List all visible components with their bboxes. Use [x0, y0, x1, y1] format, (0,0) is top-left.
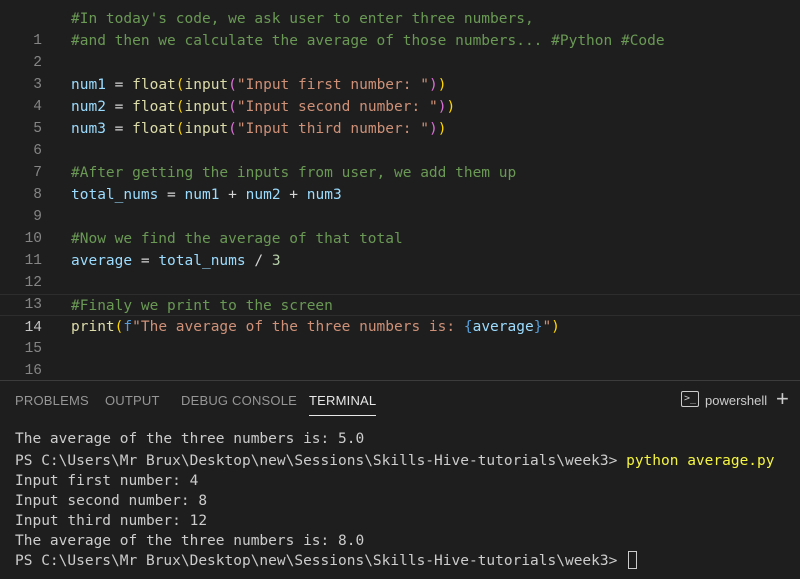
variable: total_nums [71, 187, 159, 203]
variable: num3 [306, 187, 342, 203]
code-line-3[interactable]: 3 [0, 52, 800, 93]
string-literal: " [542, 319, 552, 335]
operator: = [105, 99, 133, 115]
function-name: input [184, 77, 229, 93]
paren: ( [175, 99, 185, 115]
code-line-5[interactable]: 5 num2 = float(input("Input second numbe… [0, 96, 800, 137]
variable: average [71, 253, 133, 269]
tab-problems[interactable]: PROBLEMS [15, 393, 89, 408]
code-line-16[interactable]: 16 [0, 338, 800, 379]
paren: ) [428, 121, 438, 137]
tab-debug-console[interactable]: DEBUG CONSOLE [181, 393, 297, 408]
code-line-6[interactable]: 6 num3 = float(input("Input third number… [0, 118, 800, 159]
function-name: print [71, 319, 115, 335]
comment: #After getting the inputs from user, we … [71, 165, 517, 181]
operator: + [219, 187, 246, 203]
plus-icon[interactable]: + [776, 387, 789, 411]
paren: ( [175, 121, 185, 137]
bottom-panel: PROBLEMS OUTPUT DEBUG CONSOLE TERMINAL >… [0, 380, 800, 579]
terminal-line[interactable]: PS C:\Users\Mr Brux\Desktop\new\Sessions… [15, 551, 638, 571]
code-line-12[interactable]: 12 average = total_nums / 3 [0, 250, 800, 291]
paren: ) [437, 77, 447, 93]
comment: #and then we calculate the average of th… [71, 33, 665, 49]
terminal-prompt: PS C:\Users\Mr Brux\Desktop\new\Sessions… [15, 553, 627, 569]
code-editor[interactable]: 1 #In today's code, we ask user to enter… [0, 0, 800, 380]
string-literal: "Input second number: " [236, 99, 438, 115]
variable: num3 [71, 121, 106, 137]
paren: ) [551, 319, 560, 335]
tab-output[interactable]: OUTPUT [105, 393, 160, 408]
function-name: input [184, 99, 229, 115]
operator: = [132, 253, 159, 269]
code-line-8[interactable]: 8 #After getting the inputs from user, w… [0, 162, 800, 203]
paren: ) [428, 77, 438, 93]
string-literal: "The average of the three numbers is: [132, 319, 464, 335]
paren: ) [437, 121, 447, 137]
code-line-11[interactable]: 11 #Now we find the average of that tota… [0, 228, 800, 269]
function-name: float [132, 121, 176, 137]
code-line-14-current[interactable]: 14 #Finaly we print to the screen [0, 294, 800, 336]
code-line-10[interactable]: 10 [0, 206, 800, 247]
operator: + [280, 187, 307, 203]
shell-selector[interactable]: powershell [705, 393, 767, 408]
terminal-line: The average of the three numbers is: 8.0 [15, 533, 365, 549]
string-literal: "Input first number: " [236, 77, 429, 93]
paren: ( [175, 77, 185, 93]
tab-terminal[interactable]: TERMINAL [309, 393, 377, 416]
terminal-line: Input second number: 8 [15, 493, 208, 509]
operator: / [245, 253, 272, 269]
operator: = [158, 187, 185, 203]
terminal-line: Input first number: 4 [15, 473, 199, 489]
operator: = [105, 121, 133, 137]
variable: average [472, 319, 534, 335]
terminal-line: Input third number: 12 [15, 513, 208, 529]
terminal-prompt: PS C:\Users\Mr Brux\Desktop\new\Sessions… [15, 453, 627, 469]
comment: #Now we find the average of that total [71, 231, 403, 247]
code-line-2[interactable]: 2 #and then we calculate the average of … [0, 30, 800, 71]
code-line-7[interactable]: 7 [0, 140, 800, 181]
code-line-1[interactable]: 1 #In today's code, we ask user to enter… [0, 8, 800, 49]
terminal-cursor [628, 551, 638, 569]
variable: num2 [245, 187, 281, 203]
terminal-line: PS C:\Users\Mr Brux\Desktop\new\Sessions… [15, 451, 775, 471]
fstring-brace: { [463, 319, 473, 335]
terminal-command: python average.py [626, 453, 775, 469]
code-line-15[interactable]: 15 print(f"The average of the three numb… [0, 316, 800, 357]
paren: ) [446, 99, 456, 115]
paren: ( [228, 99, 237, 115]
function-name: input [184, 121, 229, 137]
code-line-13[interactable]: 13 [0, 272, 800, 313]
variable: num1 [71, 77, 106, 93]
terminal-line: The average of the three numbers is: 5.0 [15, 431, 365, 447]
number-literal: 3 [271, 253, 281, 269]
code-line-9[interactable]: 9 total_nums = num1 + num2 + num3 [0, 184, 800, 225]
comment: #Finaly we print to the screen [71, 298, 333, 314]
code-line-4[interactable]: 4 num1 = float(input("Input first number… [0, 74, 800, 115]
fstring-prefix: f [123, 319, 133, 335]
variable: num2 [71, 99, 106, 115]
string-literal: "Input third number: " [236, 121, 429, 137]
function-name: float [132, 77, 176, 93]
function-name: float [132, 99, 176, 115]
terminal-icon[interactable]: >_ [681, 391, 699, 407]
operator: = [105, 77, 133, 93]
paren: ( [228, 121, 237, 137]
variable: total_nums [158, 253, 246, 269]
panel-tab-bar: PROBLEMS OUTPUT DEBUG CONSOLE TERMINAL >… [0, 381, 800, 421]
comment: #In today's code, we ask user to enter t… [71, 11, 534, 27]
variable: num1 [184, 187, 220, 203]
code-line-17[interactable]: 17 [0, 360, 800, 380]
paren: ( [228, 77, 237, 93]
